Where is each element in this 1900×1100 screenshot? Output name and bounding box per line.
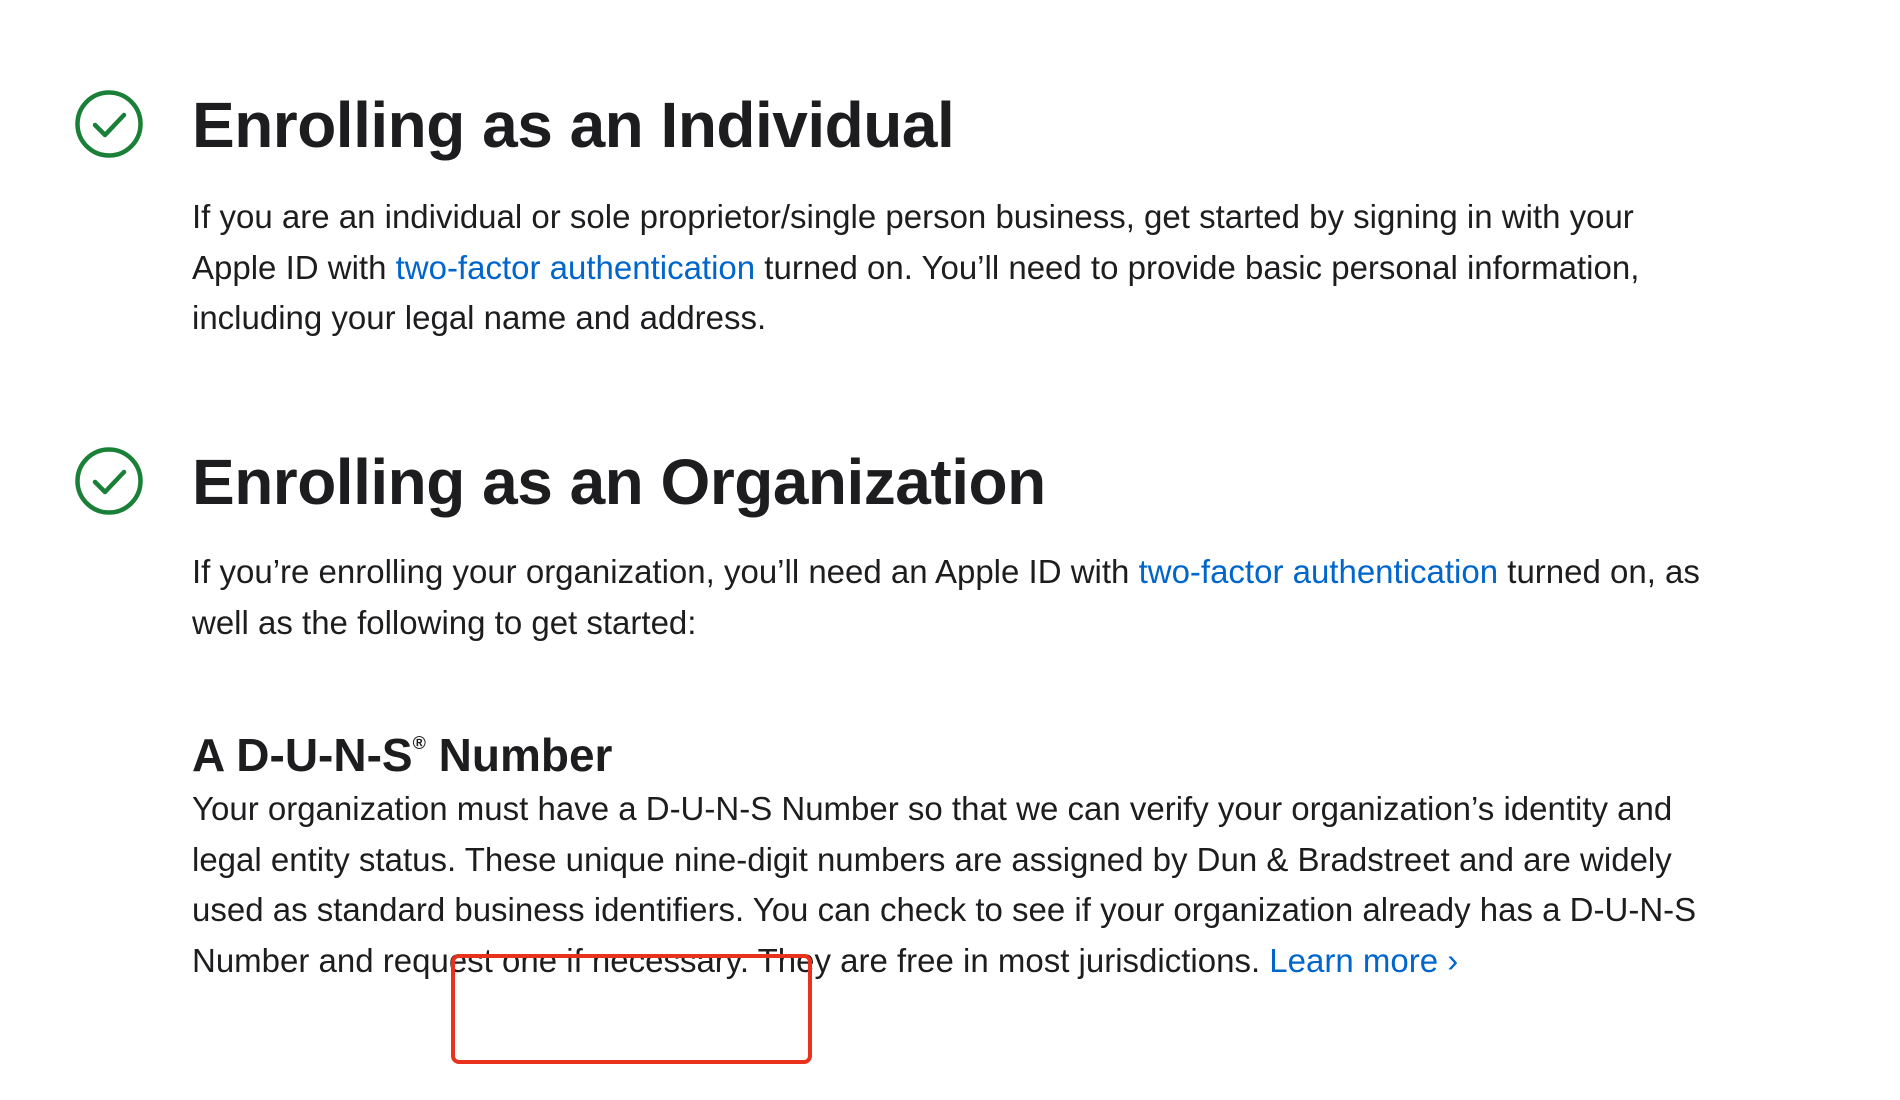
individual-description: If you are an individual or sole proprie… [192, 192, 1712, 344]
check-circle-icon [74, 446, 144, 516]
two-factor-link-individual[interactable]: two-factor authentication [396, 249, 756, 286]
duns-heading: A D-U-N-S® Number [192, 732, 612, 778]
page: Enrolling as an Individual If you are an… [0, 0, 1900, 1100]
duns-description: Your organization must have a D-U-N-S Nu… [192, 784, 1712, 986]
individual-heading: Enrolling as an Individual [192, 89, 955, 161]
registered-mark: ® [412, 733, 426, 753]
duns-heading-end: Number [425, 729, 613, 781]
two-factor-link-organization[interactable]: two-factor authentication [1139, 553, 1499, 590]
duns-heading-main: A D-U-N-S [192, 729, 413, 781]
organization-description: If you’re enrolling your organization, y… [192, 547, 1712, 648]
learn-more-link[interactable]: Learn more › [1269, 942, 1458, 979]
check-circle-icon [74, 89, 144, 159]
organization-text-before: If you’re enrolling your organization, y… [192, 553, 1139, 590]
organization-heading: Enrolling as an Organization [192, 446, 1046, 518]
duns-text: Your organization must have a D-U-N-S Nu… [192, 790, 1697, 979]
